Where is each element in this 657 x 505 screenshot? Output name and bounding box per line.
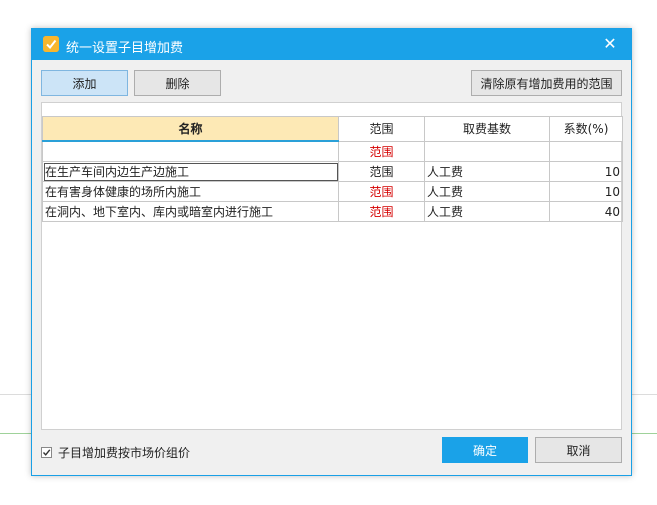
cell-coef[interactable]: 40 bbox=[549, 201, 623, 222]
add-button[interactable]: 添加 bbox=[41, 70, 128, 96]
dialog-window: 统一设置子目增加费 ✕ 添加 删除 清除原有增加费用的范围 名称 范围 取费基数… bbox=[31, 28, 632, 476]
market-price-option[interactable]: 子目增加费按市场价组价 bbox=[41, 444, 190, 460]
market-price-label: 子目增加费按市场价组价 bbox=[58, 445, 191, 460]
cell-base[interactable]: 人工费 bbox=[424, 201, 550, 222]
cell-base[interactable]: 人工费 bbox=[424, 161, 550, 182]
filter-cell-name[interactable] bbox=[42, 140, 339, 162]
column-header-coef[interactable]: 系数(%) bbox=[549, 116, 623, 142]
table-row[interactable]: 在生产车间内边生产边施工 范围 人工费 10 bbox=[42, 161, 623, 182]
cell-name[interactable]: 在生产车间内边生产边施工 bbox=[42, 161, 339, 182]
checkmark-icon bbox=[42, 448, 51, 456]
column-header-name[interactable]: 名称 bbox=[42, 116, 339, 142]
filter-cell-coef[interactable] bbox=[549, 140, 623, 162]
cell-coef[interactable]: 10 bbox=[549, 161, 623, 182]
ok-button[interactable]: 确定 bbox=[442, 437, 528, 463]
app-logo-icon bbox=[43, 36, 59, 52]
table-row[interactable]: 在洞内、地下室内、库内或暗室内进行施工 范围 人工费 40 bbox=[42, 201, 623, 222]
cell-scope[interactable]: 范围 bbox=[338, 161, 425, 182]
cancel-button[interactable]: 取消 bbox=[535, 437, 622, 463]
filter-cell-base[interactable] bbox=[424, 140, 550, 162]
cell-base[interactable]: 人工费 bbox=[424, 181, 550, 202]
dialog-title: 统一设置子目增加费 bbox=[66, 41, 184, 56]
title-bar[interactable]: 统一设置子目增加费 ✕ bbox=[32, 29, 631, 60]
clear-scope-button[interactable]: 清除原有增加费用的范围 bbox=[471, 70, 622, 96]
delete-button[interactable]: 删除 bbox=[134, 70, 221, 96]
column-header-base[interactable]: 取费基数 bbox=[424, 116, 550, 142]
cell-name[interactable]: 在洞内、地下室内、库内或暗室内进行施工 bbox=[42, 201, 339, 222]
table-row[interactable]: 在有害身体健康的场所内施工 范围 人工费 10 bbox=[42, 181, 623, 202]
cell-scope[interactable]: 范围 bbox=[338, 181, 425, 202]
table-header-row: 名称 范围 取费基数 系数(%) bbox=[42, 116, 623, 142]
close-button[interactable]: ✕ bbox=[601, 35, 619, 53]
cell-scope[interactable]: 范围 bbox=[338, 201, 425, 222]
surcharge-table: 名称 范围 取费基数 系数(%) 范围 在生产车间内边生产边施工 范围 人工费 bbox=[42, 116, 623, 222]
cell-coef[interactable]: 10 bbox=[549, 181, 623, 202]
column-header-scope[interactable]: 范围 bbox=[338, 116, 425, 142]
filter-row: 范围 bbox=[42, 140, 623, 162]
cell-name[interactable]: 在有害身体健康的场所内施工 bbox=[42, 181, 339, 202]
market-price-checkbox[interactable] bbox=[41, 446, 52, 458]
surcharge-grid[interactable]: 名称 范围 取费基数 系数(%) 范围 在生产车间内边生产边施工 范围 人工费 bbox=[41, 102, 623, 430]
filter-cell-scope[interactable]: 范围 bbox=[338, 140, 425, 162]
